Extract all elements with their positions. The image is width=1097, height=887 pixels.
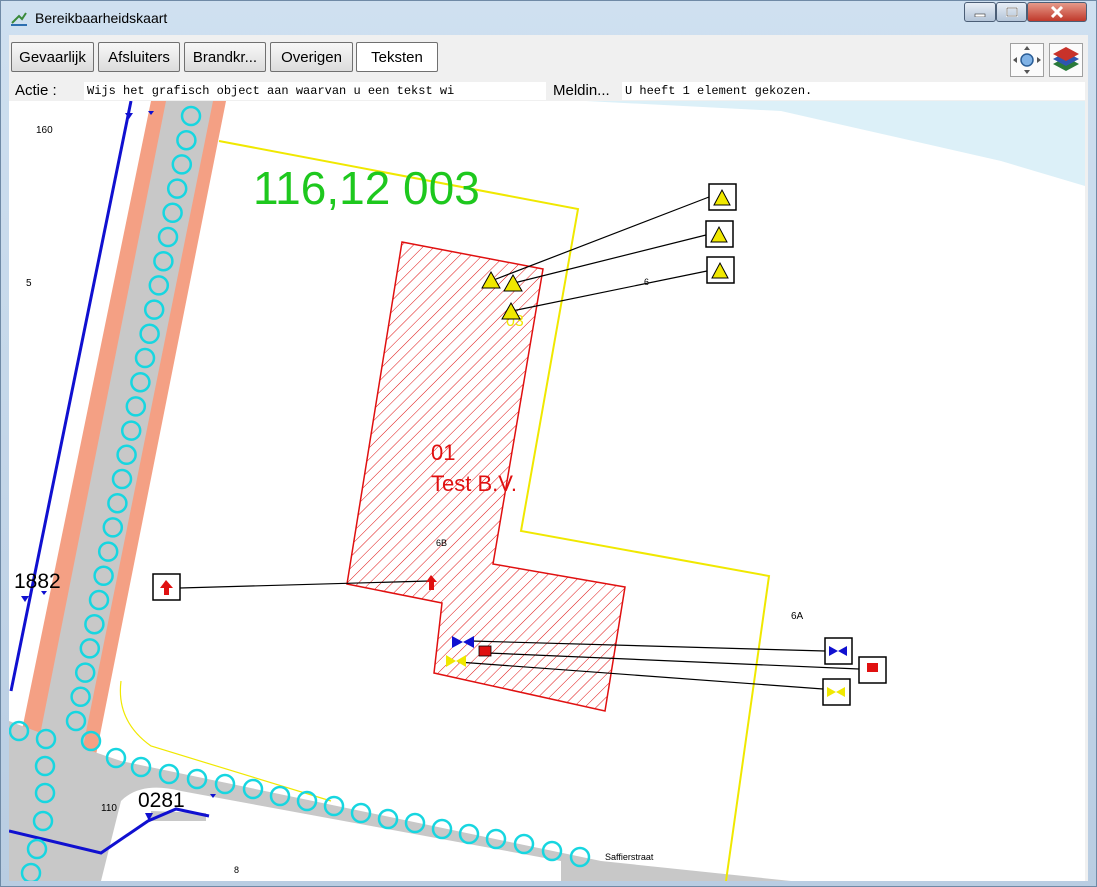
warning-triangle-icon[interactable] xyxy=(705,220,734,248)
close-icon xyxy=(1050,6,1064,18)
map-canvas[interactable]: 116,12 003 01 Test B.V. 03 160 5 6 6B 6A… xyxy=(9,101,1085,881)
melding-field: U heeft 1 element gekozen. xyxy=(622,82,1085,100)
tab-overigen[interactable]: Overigen xyxy=(270,42,353,72)
actie-label: Actie : xyxy=(15,82,57,99)
house-number: 5 xyxy=(26,278,32,289)
house-number: 110 xyxy=(101,803,117,814)
valve-yellow-icon[interactable] xyxy=(822,678,851,706)
tab-label: Gevaarlijk xyxy=(19,48,86,66)
house-number: 6 xyxy=(644,277,649,287)
building-name-label[interactable]: Test B.V. xyxy=(431,471,517,496)
tab-afsluiters[interactable]: Afsluiters xyxy=(98,42,180,72)
building-number-label[interactable]: 01 xyxy=(431,440,455,465)
tab-label: Brandkr... xyxy=(192,48,258,66)
window-title: Bereikbaarheidskaart xyxy=(35,10,168,26)
layers-icon xyxy=(1053,47,1079,71)
map-svg: 116,12 003 01 Test B.V. 03 160 5 6 6B 6A… xyxy=(9,101,1085,881)
tab-gevaarlijk[interactable]: Gevaarlijk xyxy=(11,42,94,72)
parcel-number-label[interactable]: 116,12 003 xyxy=(253,162,480,214)
title-bar: Bereikbaarheidskaart xyxy=(1,1,1096,35)
client-area: Gevaarlijk Afsluiters Brandkr... Overige… xyxy=(9,35,1088,881)
maximize-button[interactable] xyxy=(996,2,1027,22)
tab-label: Afsluiters xyxy=(108,48,170,66)
tab-label: Teksten xyxy=(371,48,423,66)
pan-zoom-button[interactable] xyxy=(1010,43,1044,77)
water-area xyxy=(586,101,1085,186)
close-button[interactable] xyxy=(1027,2,1087,22)
minimize-button[interactable] xyxy=(964,2,996,22)
street-name-label: Saffierstraat xyxy=(605,852,654,862)
hydrant-label[interactable]: 0281 xyxy=(138,789,185,812)
tab-brandkranen[interactable]: Brandkr... xyxy=(184,42,266,72)
warning-triangle-icon[interactable] xyxy=(708,183,737,211)
app-icon xyxy=(11,12,27,26)
melding-label: Meldin... xyxy=(553,82,610,99)
tab-teksten[interactable]: Teksten xyxy=(356,42,438,72)
valve-blue-icon[interactable] xyxy=(824,637,853,665)
maximize-icon xyxy=(1005,7,1018,17)
application-window: Bereikbaarheidskaart Gevaarlijk Afsluite… xyxy=(0,0,1097,887)
layers-button[interactable] xyxy=(1049,43,1083,77)
minimize-icon xyxy=(974,13,986,17)
info-bar: Actie : Wijs het grafisch object aan waa… xyxy=(9,81,1088,101)
pan-zoom-icon xyxy=(1013,46,1041,74)
valve-red-icon[interactable] xyxy=(858,656,887,684)
hydrant-label[interactable]: 1882 xyxy=(14,570,61,593)
house-number: 8 xyxy=(234,865,239,875)
tab-label: Overigen xyxy=(281,48,342,66)
warning-triangle-icon[interactable] xyxy=(706,256,735,284)
house-number: 6B xyxy=(436,538,447,548)
actie-field: Wijs het grafisch object aan waarvan u e… xyxy=(84,82,546,100)
house-number: 160 xyxy=(36,125,53,136)
house-number: 6A xyxy=(791,611,804,622)
entrance-arrow-icon[interactable] xyxy=(152,573,181,601)
